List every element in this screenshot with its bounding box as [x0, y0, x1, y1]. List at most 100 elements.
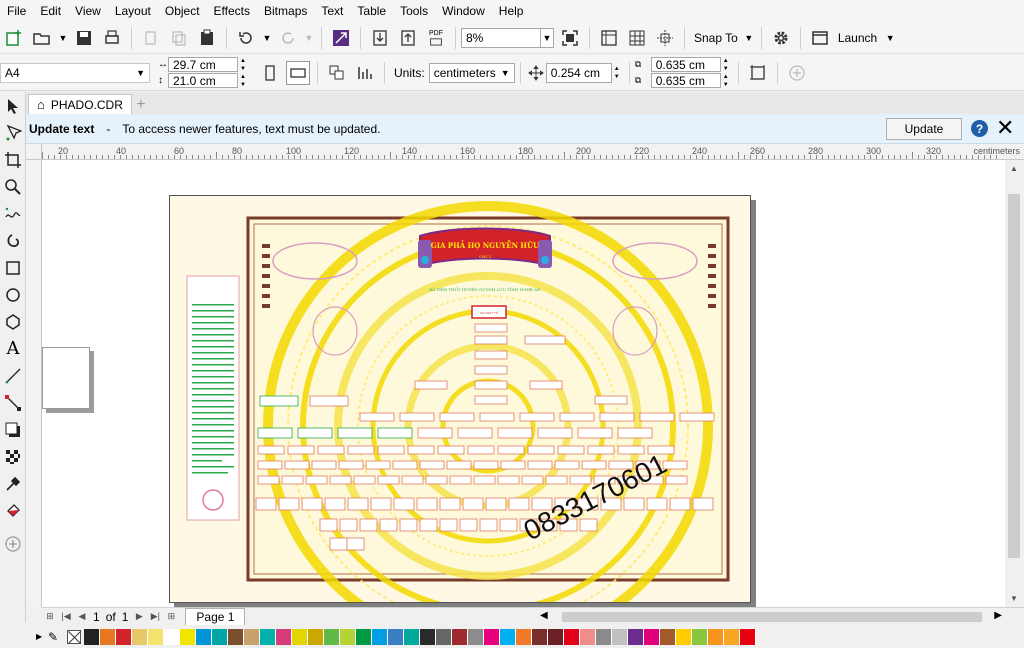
- tree-node[interactable]: [417, 427, 453, 439]
- tree-node[interactable]: [347, 497, 369, 511]
- tree-node[interactable]: [623, 497, 645, 511]
- nudge-distance-field[interactable]: 0.254 cm: [545, 62, 612, 83]
- color-swatch[interactable]: [644, 628, 660, 645]
- color-swatch[interactable]: [660, 628, 676, 645]
- tree-node[interactable]: [337, 427, 373, 439]
- tree-node[interactable]: [474, 395, 508, 405]
- show-rulers-icon[interactable]: [597, 26, 621, 50]
- menu-table[interactable]: Table: [350, 0, 393, 22]
- tree-node[interactable]: [529, 380, 563, 390]
- tree-node[interactable]: [554, 460, 580, 470]
- snap-dropdown-icon[interactable]: ▼: [744, 26, 754, 50]
- tree-node[interactable]: [599, 412, 635, 422]
- color-swatch[interactable]: [500, 628, 516, 645]
- artistic-media-icon[interactable]: [0, 227, 26, 254]
- drawing-page[interactable]: GIA PHẢ HỌ NGUYỄN HỮU CHI 2 XÃ TIÊN THỦY…: [169, 195, 751, 607]
- tree-node[interactable]: [459, 518, 478, 532]
- tree-node[interactable]: [485, 497, 507, 511]
- tree-node[interactable]: [474, 335, 508, 345]
- rectangle-tool-icon[interactable]: [0, 254, 26, 281]
- dup-x-spinner[interactable]: ▲ ▼: [723, 57, 733, 73]
- last-page-icon[interactable]: ▶|: [149, 611, 161, 623]
- tree-node[interactable]: [527, 460, 553, 470]
- color-swatch[interactable]: [340, 628, 356, 645]
- tree-node[interactable]: [508, 497, 530, 511]
- color-swatch[interactable]: [692, 628, 708, 645]
- color-swatch[interactable]: [612, 628, 628, 645]
- tree-node[interactable]: [414, 380, 448, 390]
- page-width-field[interactable]: 29.7 cm: [168, 57, 238, 72]
- portrait-icon[interactable]: [258, 61, 282, 85]
- tree-node[interactable]: [527, 445, 555, 455]
- import-icon[interactable]: [368, 26, 392, 50]
- tree-node[interactable]: [339, 518, 358, 532]
- tree-node[interactable]: [669, 497, 691, 511]
- show-guidelines-icon[interactable]: [653, 26, 677, 50]
- tree-node[interactable]: [301, 497, 323, 511]
- color-swatch[interactable]: [436, 628, 452, 645]
- scroll-left-icon[interactable]: ◀: [540, 610, 548, 621]
- crop-tool-icon[interactable]: [0, 146, 26, 173]
- print-icon[interactable]: [100, 26, 124, 50]
- pick-tool-icon[interactable]: [0, 92, 26, 119]
- color-swatch[interactable]: [116, 628, 132, 645]
- search-content-icon[interactable]: [329, 26, 353, 50]
- next-page-icon[interactable]: ▶: [133, 611, 145, 623]
- color-swatch[interactable]: [596, 628, 612, 645]
- tree-node[interactable]: [257, 460, 283, 470]
- color-swatch[interactable]: [324, 628, 340, 645]
- tree-node[interactable]: [329, 475, 352, 485]
- landscape-icon[interactable]: [286, 60, 310, 85]
- save-icon[interactable]: [72, 26, 96, 50]
- page-tab[interactable]: Page 1: [185, 607, 246, 626]
- tree-node[interactable]: [346, 537, 365, 551]
- eyedropper-icon[interactable]: ✎: [48, 630, 64, 644]
- tree-node[interactable]: [457, 427, 493, 439]
- color-swatch[interactable]: [132, 628, 148, 645]
- tree-node[interactable]: [439, 497, 461, 511]
- tree-node[interactable]: [257, 475, 280, 485]
- tree-node[interactable]: [365, 460, 391, 470]
- page-size-select[interactable]: A4 ▼: [0, 62, 150, 83]
- tree-node[interactable]: [473, 460, 499, 470]
- tree-node[interactable]: [353, 475, 376, 485]
- tree-node[interactable]: [259, 395, 299, 407]
- color-swatch[interactable]: [84, 628, 100, 645]
- tree-node[interactable]: [439, 412, 475, 422]
- tree-node[interactable]: [425, 475, 448, 485]
- menu-edit[interactable]: Edit: [33, 0, 68, 22]
- horizontal-scroll-thumb[interactable]: [562, 612, 982, 622]
- offpage-object[interactable]: [42, 347, 90, 409]
- color-swatch[interactable]: [308, 628, 324, 645]
- tree-node[interactable]: [257, 445, 285, 455]
- color-swatch[interactable]: [516, 628, 532, 645]
- tree-node[interactable]: [359, 518, 378, 532]
- launch-app-icon[interactable]: [808, 26, 832, 50]
- add-preset-icon[interactable]: [785, 61, 809, 85]
- tree-node[interactable]: [370, 497, 392, 511]
- tree-node[interactable]: [559, 412, 595, 422]
- tree-node[interactable]: [545, 475, 568, 485]
- menu-view[interactable]: View: [68, 0, 108, 22]
- nudge-spinner[interactable]: ▲ ▼: [614, 65, 624, 81]
- show-grid-icon[interactable]: [625, 26, 649, 50]
- all-pages-icon[interactable]: [325, 61, 349, 85]
- duplicate-x-field[interactable]: 0.635 cm: [650, 57, 721, 72]
- tree-node[interactable]: [446, 460, 472, 470]
- color-swatch[interactable]: [244, 628, 260, 645]
- tree-node[interactable]: [617, 445, 645, 455]
- zoom-level-select[interactable]: 8%: [461, 27, 541, 48]
- tree-node[interactable]: [499, 518, 518, 532]
- previous-page-icon[interactable]: ◀: [76, 611, 88, 623]
- tree-node[interactable]: [311, 460, 337, 470]
- tree-node[interactable]: [255, 497, 277, 511]
- open-dropdown-icon[interactable]: ▼: [58, 26, 68, 50]
- menu-file[interactable]: File: [0, 0, 33, 22]
- tree-node[interactable]: [617, 427, 653, 439]
- color-swatch[interactable]: [228, 628, 244, 645]
- tree-node[interactable]: [519, 412, 555, 422]
- shape-tool-icon[interactable]: [0, 119, 26, 146]
- color-swatch[interactable]: [740, 628, 756, 645]
- menu-bitmaps[interactable]: Bitmaps: [257, 0, 314, 22]
- tree-node[interactable]: [479, 412, 515, 422]
